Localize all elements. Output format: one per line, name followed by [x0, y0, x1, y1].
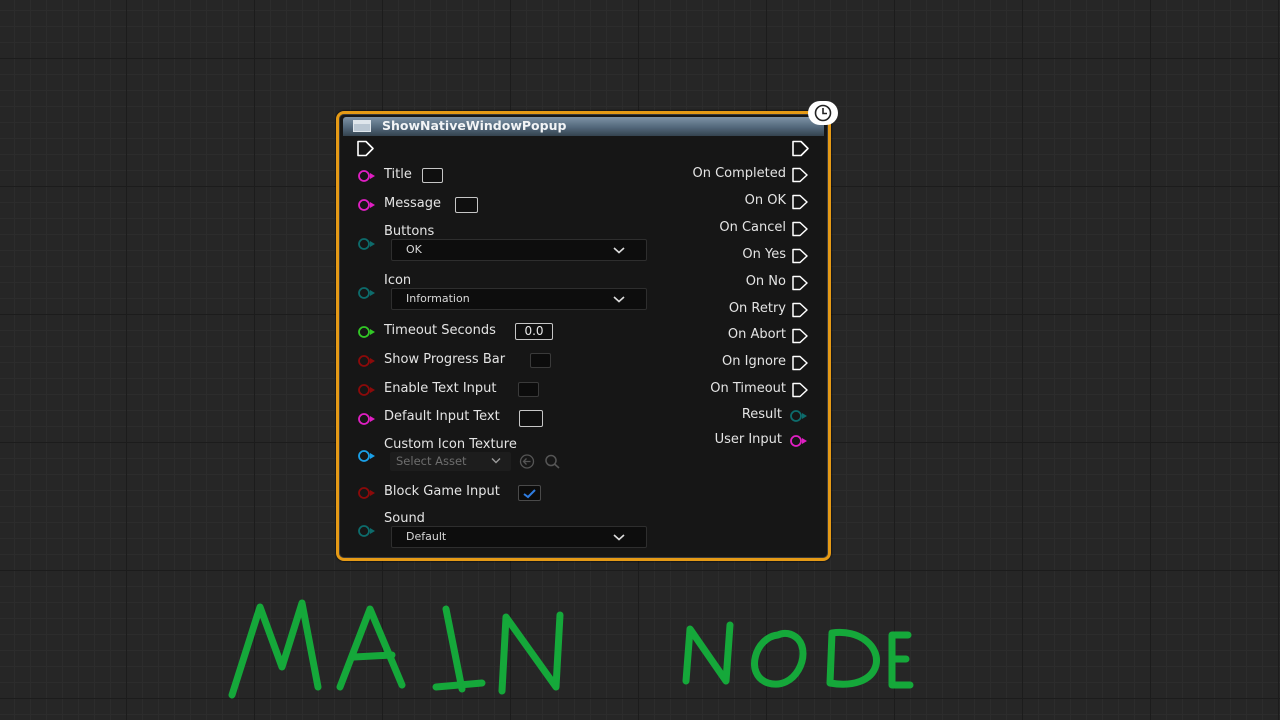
- on-cancel-label: On Cancel: [719, 220, 786, 235]
- user-input-pin[interactable]: [788, 434, 810, 448]
- custom-icon-texture-pin[interactable]: [356, 449, 378, 463]
- checkmark-icon: [523, 489, 536, 499]
- on-ignore-pin[interactable]: [791, 355, 811, 372]
- on-yes-pin[interactable]: [791, 248, 811, 265]
- show-progress-bar-pin[interactable]: [356, 354, 378, 368]
- node-title: ShowNativeWindowPopup: [382, 118, 567, 133]
- clock-icon: [808, 101, 838, 125]
- enable-text-input-pin[interactable]: [356, 383, 378, 397]
- message-input[interactable]: [455, 197, 478, 213]
- result-pin[interactable]: [788, 409, 810, 423]
- search-icon[interactable]: [542, 453, 564, 470]
- enable-text-input-label: Enable Text Input: [384, 381, 497, 396]
- on-retry-pin[interactable]: [791, 302, 811, 319]
- on-cancel-pin[interactable]: [791, 221, 811, 238]
- on-completed-label: On Completed: [692, 166, 786, 181]
- enable-text-input-checkbox[interactable]: [518, 382, 539, 397]
- on-completed-pin[interactable]: [791, 167, 811, 184]
- on-timeout-label: On Timeout: [710, 381, 786, 396]
- icon-dropdown[interactable]: Information: [391, 288, 647, 310]
- show-progress-bar-checkbox[interactable]: [530, 353, 551, 368]
- on-retry-label: On Retry: [728, 301, 786, 316]
- chevron-down-icon: [613, 534, 625, 541]
- title-label: Title: [384, 167, 412, 182]
- sound-value: Default: [406, 530, 447, 543]
- sound-dropdown[interactable]: Default: [391, 526, 647, 548]
- timeout-seconds-pin[interactable]: [356, 325, 378, 339]
- buttons-dropdown[interactable]: OK: [391, 239, 647, 261]
- chevron-down-icon: [491, 458, 501, 464]
- buttons-pin[interactable]: [356, 237, 378, 251]
- block-game-input-checkbox[interactable]: [518, 485, 541, 501]
- chevron-down-icon: [613, 296, 625, 303]
- result-label: Result: [741, 407, 782, 422]
- custom-icon-texture-label: Custom Icon Texture: [384, 437, 517, 452]
- function-icon: [353, 120, 371, 132]
- exec-in-pin[interactable]: [356, 140, 376, 157]
- on-ok-pin[interactable]: [791, 194, 811, 211]
- icon-pin[interactable]: [356, 286, 378, 300]
- message-label: Message: [384, 196, 441, 211]
- title-input[interactable]: [422, 168, 443, 183]
- user-input-label: User Input: [714, 432, 782, 447]
- show-progress-bar-label: Show Progress Bar: [384, 352, 506, 367]
- message-pin[interactable]: [356, 198, 378, 212]
- sound-label: Sound: [384, 511, 425, 526]
- arrow-left-icon[interactable]: [517, 453, 539, 470]
- on-no-pin[interactable]: [791, 275, 811, 292]
- chevron-down-icon: [613, 247, 625, 254]
- on-ignore-label: On Ignore: [722, 354, 786, 369]
- sound-pin[interactable]: [356, 524, 378, 538]
- block-game-input-label: Block Game Input: [384, 484, 500, 499]
- on-abort-label: On Abort: [727, 327, 786, 342]
- title-pin[interactable]: [356, 169, 378, 183]
- on-abort-pin[interactable]: [791, 328, 811, 345]
- select-asset-dropdown[interactable]: Select Asset: [390, 452, 511, 471]
- default-input-text-pin[interactable]: [356, 412, 378, 426]
- timeout-seconds-label: Timeout Seconds: [384, 323, 496, 338]
- node-header[interactable]: ShowNativeWindowPopup: [343, 117, 824, 136]
- select-asset-placeholder: Select Asset: [396, 454, 467, 468]
- buttons-value: OK: [406, 243, 422, 256]
- exec-out-pin[interactable]: [791, 140, 811, 157]
- default-input-text-label: Default Input Text: [384, 409, 500, 424]
- icon-value: Information: [406, 292, 470, 305]
- on-no-label: On No: [745, 274, 786, 289]
- on-ok-label: On OK: [744, 193, 786, 208]
- block-game-input-pin[interactable]: [356, 486, 378, 500]
- on-timeout-pin[interactable]: [791, 382, 811, 399]
- on-yes-label: On Yes: [742, 247, 786, 262]
- default-input-text-input[interactable]: [519, 410, 543, 427]
- buttons-label: Buttons: [384, 224, 435, 239]
- main-node-annotation: [228, 599, 914, 699]
- icon-label: Icon: [384, 273, 412, 288]
- timeout-seconds-input[interactable]: 0.0: [515, 323, 553, 340]
